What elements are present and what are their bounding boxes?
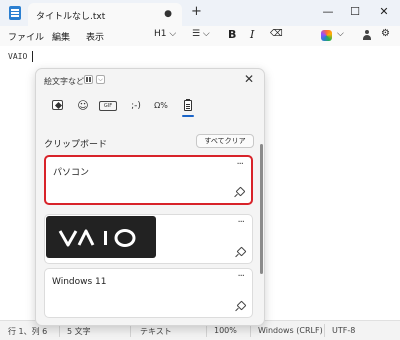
editor-content[interactable]: VAIO — [8, 52, 27, 61]
title-bar: タイトルなし.txt ● + — ☐ ✕ — [0, 0, 400, 26]
bold-button[interactable]: B — [228, 28, 236, 41]
heart-box-icon — [52, 100, 63, 110]
more-options-icon[interactable]: ··· — [236, 159, 243, 170]
pin-icon[interactable] — [234, 188, 243, 197]
menu-file[interactable]: ファイル — [8, 30, 44, 43]
kaomoji-tab[interactable]: ;-) — [127, 99, 145, 113]
clipboard-tab-icon[interactable] — [181, 99, 195, 113]
minimize-button[interactable]: — — [318, 3, 338, 21]
cursor-position: 行 1、列 6 — [8, 327, 48, 336]
emoji-smile-tab[interactable]: ☺ — [76, 99, 90, 113]
pin-icon[interactable] — [235, 302, 244, 311]
active-tab-indicator — [182, 115, 194, 117]
more-options-icon[interactable]: ··· — [237, 217, 244, 228]
menu-view[interactable]: 表示 — [86, 30, 104, 43]
status-divider — [324, 324, 325, 337]
heading-dropdown[interactable]: H1 ⌵ — [154, 29, 176, 39]
account-icon[interactable] — [362, 30, 372, 40]
settings-gear-icon[interactable]: ⚙ — [381, 28, 390, 39]
more-options-icon[interactable]: ··· — [237, 271, 244, 282]
symbols-tab[interactable]: Ω% — [154, 99, 168, 113]
vaio-logo-icon — [58, 229, 136, 247]
clipboard-item-text: パソコン — [53, 168, 90, 178]
document-tab[interactable]: タイトルなし.txt ● — [28, 3, 182, 26]
encoding[interactable]: UTF-8 — [332, 326, 355, 335]
list-dropdown[interactable]: ☰ ⌵ — [192, 29, 210, 39]
menu-edit[interactable]: 編集 — [52, 30, 70, 43]
panel-title: 絵文字など — [44, 77, 84, 86]
copilot-chevron-icon[interactable]: ⌵ — [337, 29, 344, 39]
zoom-level[interactable]: 100% — [214, 326, 237, 335]
clipboard-section-title: クリップボード — [44, 140, 108, 150]
line-ending[interactable]: Windows (CRLF) — [258, 326, 323, 335]
new-tab-button[interactable]: + — [191, 5, 202, 19]
character-count: 5 文字 — [67, 327, 91, 336]
close-window-button[interactable]: ✕ — [374, 3, 394, 21]
clipboard-item-text: Windows 11 — [52, 277, 107, 287]
clear-format-button[interactable]: ⌫ — [270, 29, 283, 39]
tab-title: タイトルなし.txt — [36, 12, 106, 22]
panel-close-button[interactable]: ✕ — [244, 72, 254, 86]
vaio-logo-image — [46, 216, 156, 258]
clear-all-button[interactable]: すべてクリア — [196, 134, 254, 148]
panel-scrollbar[interactable] — [260, 144, 263, 274]
copilot-icon[interactable] — [321, 30, 332, 41]
panel-mode-chevron-icon[interactable]: ⌵ — [96, 75, 105, 84]
notepad-app-icon — [9, 6, 21, 20]
pin-icon[interactable] — [235, 248, 244, 257]
clipboard-icon — [184, 99, 192, 111]
maximize-button[interactable]: ☐ — [345, 3, 365, 21]
text-caret — [32, 51, 33, 62]
clipboard-item[interactable]: パソコン ··· — [44, 155, 253, 205]
clipboard-item[interactable]: ··· — [44, 214, 253, 264]
italic-button[interactable]: I — [250, 28, 254, 41]
gif-label: GIF — [99, 101, 117, 111]
clipboard-item[interactable]: Windows 11 ··· — [44, 268, 253, 318]
format-indicator[interactable]: テキスト — [140, 326, 172, 337]
menu-bar: ファイル 編集 表示 H1 ⌵ ☰ ⌵ B I ⌫ ⌵ ⚙ — [0, 26, 400, 46]
unsaved-indicator-icon[interactable]: ● — [164, 9, 172, 19]
emoji-category-heart-icon[interactable] — [51, 99, 65, 113]
gif-tab[interactable]: GIF — [99, 99, 117, 113]
emoji-clipboard-panel: 絵文字など ⌵ ✕ ☺ GIF ;-) Ω% クリップボード すべてクリア パソ… — [35, 68, 265, 326]
grid-view-icon[interactable] — [84, 75, 93, 84]
